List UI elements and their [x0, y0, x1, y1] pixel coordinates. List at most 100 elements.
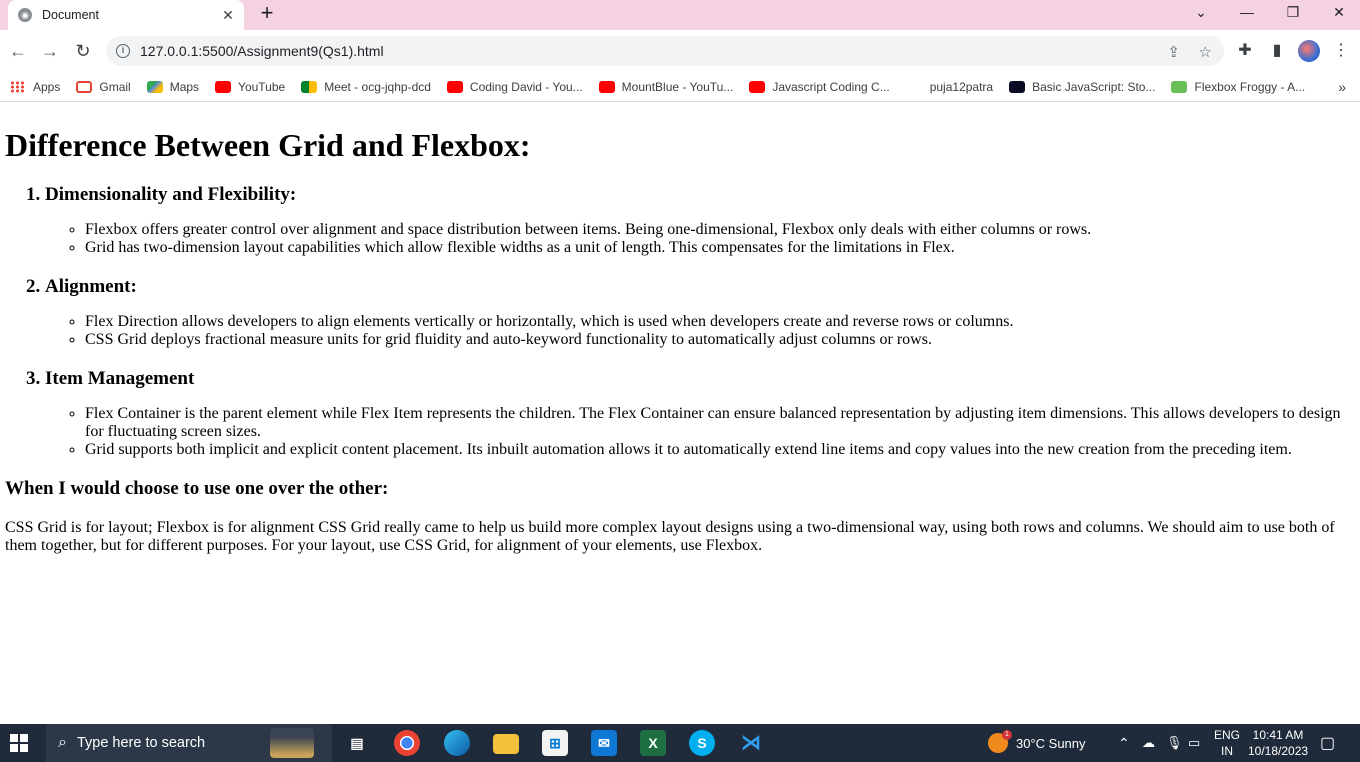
tray-chevron-icon[interactable]: ⌃ — [1118, 724, 1130, 762]
address-url[interactable]: 127.0.0.1:5500/Assignment9(Qs1).html — [140, 43, 384, 59]
bookmark-flexbox-froggy[interactable]: Flexbox Froggy - A... — [1171, 80, 1305, 94]
globe-icon: ◉ — [18, 8, 32, 22]
section-points: Flexbox offers greater control over alig… — [45, 221, 1352, 257]
close-window-button[interactable]: ✕ — [1316, 0, 1360, 24]
bookmark-basic-javascript[interactable]: Basic JavaScript: Sto... — [1009, 80, 1155, 94]
list-item: Flex Container is the parent element whi… — [85, 405, 1352, 441]
region-code: IN — [1221, 744, 1233, 758]
bookmark-label: Flexbox Froggy - A... — [1194, 79, 1306, 94]
bookmark-label: Meet - ocg-jqhp-dcd — [324, 79, 431, 94]
youtube-icon — [215, 80, 232, 93]
weather-sun-icon: 1 — [988, 730, 1012, 753]
forward-arrow-icon[interactable]: → — [38, 39, 62, 63]
bookmark-gmail[interactable]: Gmail — [76, 79, 131, 94]
list-item: Flex Direction allows developers to alig… — [85, 313, 1352, 331]
bookmark-label: Coding David - You... — [469, 79, 583, 94]
bookmark-meet[interactable]: Meet - ocg-jqhp-dcd — [301, 80, 431, 94]
bookmark-javascript-coding[interactable]: Javascript Coding C... — [749, 79, 890, 94]
meet-icon — [301, 80, 318, 93]
bookmark-label: Javascript Coding C... — [772, 79, 890, 94]
windows-start-icon[interactable] — [10, 734, 28, 752]
language-indicator[interactable]: ENG IN — [1214, 724, 1240, 762]
address-bar[interactable]: i 127.0.0.1:5500/Assignment9(Qs1).html ⇪… — [106, 36, 1224, 66]
section-item: Item Management Flex Container is the pa… — [45, 367, 1352, 459]
youtube-icon — [749, 80, 766, 93]
bookmark-label: Basic JavaScript: Sto... — [1032, 79, 1156, 94]
menu-kebab-icon[interactable]: ⋮ — [1330, 40, 1352, 62]
browser-titlebar: ◉ Document ✕ + ⌄ — ❐ ✕ — [0, 0, 1360, 30]
restore-button[interactable]: ❐ — [1270, 0, 1316, 24]
profile-avatar[interactable] — [1298, 40, 1320, 62]
side-panel-icon[interactable]: ▮ — [1266, 40, 1288, 62]
browser-tab[interactable]: ◉ Document ✕ — [8, 0, 244, 30]
tab-close-icon[interactable]: ✕ — [220, 7, 236, 24]
taskbar-search-box[interactable]: ⌕ Type here to search — [46, 724, 332, 762]
clock-date: 10/18/2023 — [1248, 744, 1309, 758]
bookmarks-overflow-icon[interactable]: » — [1338, 79, 1346, 95]
tab-title: Document — [42, 8, 99, 22]
bookmark-star-icon[interactable]: ☆ — [1199, 43, 1212, 61]
bookmark-label: MountBlue - YouTu... — [621, 79, 734, 94]
youtube-icon — [446, 80, 463, 93]
bookmarks-bar: Apps Gmail Maps YouTube Meet - ocg-jqhp-… — [0, 72, 1360, 102]
onedrive-cloud-icon[interactable]: ☁ — [1142, 724, 1155, 762]
section-item: Dimensionality and Flexibility: Flexbox … — [45, 183, 1352, 257]
vscode-icon[interactable]: ⋊ — [738, 730, 764, 756]
apps-grid-icon — [10, 80, 26, 93]
new-tab-button[interactable]: + — [256, 2, 278, 24]
notifications-icon[interactable]: ▢ — [1320, 724, 1335, 762]
bookmark-apps[interactable]: Apps — [10, 80, 60, 94]
reload-icon[interactable]: ↻ — [71, 39, 95, 63]
task-view-icon[interactable]: ▤ — [344, 730, 370, 756]
page-content: Difference Between Grid and Flexbox: Dim… — [0, 103, 1360, 723]
back-arrow-icon[interactable]: ← — [6, 39, 30, 63]
excel-icon[interactable]: X — [640, 730, 666, 756]
bookmark-label: YouTube — [238, 79, 286, 94]
list-item: CSS Grid deploys fractional measure unit… — [85, 331, 1352, 349]
weather-text: 30°C Sunny — [1016, 735, 1086, 751]
bookmark-coding-david[interactable]: Coding David - You... — [446, 79, 583, 94]
page-title: Difference Between Grid and Flexbox: — [5, 127, 531, 163]
section-heading: Dimensionality and Flexibility: — [45, 184, 297, 205]
microphone-icon[interactable]: 🎙 — [1166, 724, 1183, 762]
file-explorer-icon[interactable] — [493, 734, 519, 754]
battery-icon[interactable]: ▭ — [1188, 724, 1200, 762]
search-placeholder: Type here to search — [76, 735, 206, 751]
browser-toolbar: ← → ↻ i 127.0.0.1:5500/Assignment9(Qs1).… — [0, 30, 1360, 72]
edge-icon[interactable] — [444, 730, 470, 756]
subheading: When I would choose to use one over the … — [5, 478, 389, 499]
search-icon: ⌕ — [58, 734, 67, 751]
microsoft-store-icon[interactable]: ⊞ — [542, 730, 568, 756]
list-item: Grid has two-dimension layout capabiliti… — [85, 239, 1352, 257]
bookmark-puja12patra[interactable]: puja12patra — [930, 80, 993, 94]
tab-search-chevron-icon[interactable]: ⌄ — [1178, 0, 1224, 24]
bookmark-youtube[interactable]: YouTube — [215, 80, 285, 94]
list-item: Grid supports both implicit and explicit… — [85, 441, 1352, 459]
section-heading: Item Management — [45, 368, 195, 389]
section-points: Flex Direction allows developers to alig… — [45, 313, 1352, 349]
clock-time: 10:41 AM — [1252, 728, 1304, 742]
system-clock[interactable]: 10:41 AM 10/18/2023 — [1248, 724, 1308, 762]
section-points: Flex Container is the parent element whi… — [45, 405, 1352, 459]
bookmark-maps[interactable]: Maps — [146, 79, 200, 94]
site-info-icon[interactable]: i — [116, 44, 130, 58]
chrome-icon[interactable] — [394, 730, 420, 756]
skype-icon[interactable]: S — [689, 730, 715, 756]
freecodecamp-icon — [1009, 80, 1026, 93]
section-heading: Alignment: — [45, 276, 137, 297]
bookmark-label: Gmail — [99, 79, 131, 94]
minimize-button[interactable]: — — [1224, 0, 1270, 24]
maps-icon — [146, 80, 163, 93]
conclusion-paragraph: CSS Grid is for layout; Flexbox is for a… — [5, 519, 1335, 554]
extensions-puzzle-icon[interactable]: ✚ — [1234, 40, 1256, 62]
list-item: Flexbox offers greater control over alig… — [85, 221, 1352, 239]
language-code: ENG — [1214, 728, 1241, 742]
bookmark-label: Apps — [33, 79, 61, 94]
share-icon[interactable]: ⇪ — [1167, 43, 1180, 61]
bookmark-label: Maps — [169, 79, 200, 94]
section-item: Alignment: Flex Direction allows develop… — [45, 275, 1352, 349]
bookmark-mountblue[interactable]: MountBlue - YouTu... — [598, 79, 734, 94]
mail-icon[interactable]: ✉ — [591, 730, 617, 756]
bookmark-label: puja12patra — [929, 79, 994, 94]
weather-widget[interactable]: 1 30°C Sunny — [988, 724, 1086, 762]
